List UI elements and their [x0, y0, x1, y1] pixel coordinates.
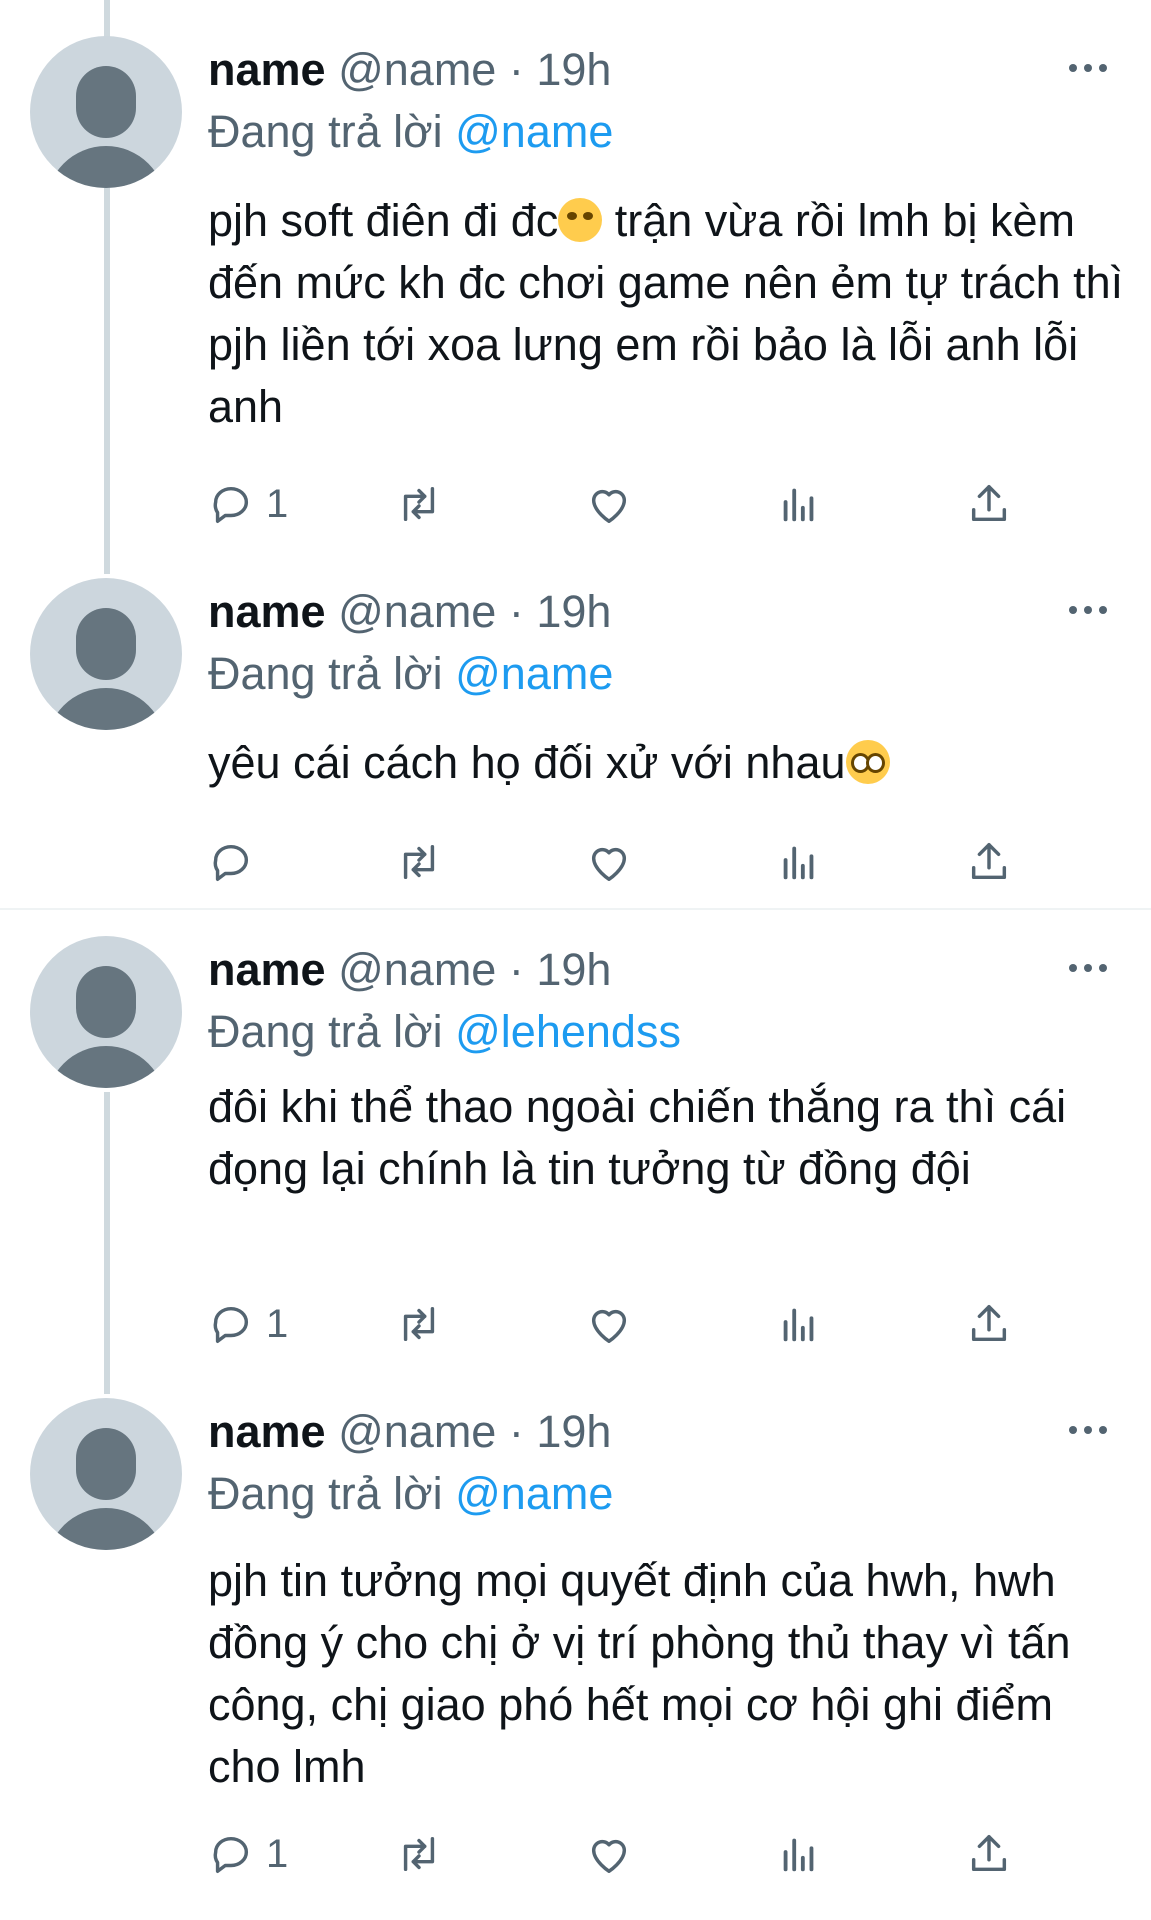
like-button[interactable]	[586, 1294, 632, 1354]
reply-count: 1	[266, 1301, 289, 1346]
thread-line	[104, 0, 110, 40]
display-name[interactable]: name	[208, 44, 326, 95]
more-icon[interactable]	[1069, 60, 1109, 76]
reply-icon	[213, 1836, 249, 1873]
handle-time: @name · 19h	[338, 1406, 612, 1457]
analytics-button[interactable]	[776, 474, 822, 534]
replying-label: Đang trả lời	[208, 1006, 443, 1057]
analytics-button[interactable]	[776, 1824, 822, 1884]
pleading-face-icon	[845, 740, 890, 784]
share-button[interactable]	[966, 832, 1012, 892]
replying-to: Đang trả lời @name	[208, 648, 613, 700]
reply-count: 1	[266, 481, 289, 526]
tweet-header: name @name · 19h	[208, 1406, 611, 1458]
like-button[interactable]	[586, 832, 632, 892]
like-icon	[591, 489, 627, 523]
tweet-header: name @name · 19h	[208, 586, 611, 638]
tweet-actions	[208, 832, 1028, 892]
retweet-button[interactable]	[396, 832, 442, 892]
replying-label: Đang trả lời	[208, 106, 443, 157]
share-icon	[971, 843, 1007, 880]
reply-icon	[213, 1306, 249, 1343]
analytics-button[interactable]	[776, 1294, 822, 1354]
retweet-button[interactable]	[396, 1824, 442, 1884]
reply-count: 1	[266, 1831, 289, 1876]
like-icon	[591, 1839, 627, 1873]
retweet-button[interactable]	[396, 1294, 442, 1354]
tweet-text: pjh soft điên đi đc trận vừa rồi lmh bị …	[208, 190, 1128, 438]
tweet-actions: 1	[208, 1824, 1028, 1884]
tweet-actions: 1	[208, 1294, 1028, 1354]
analytics-button[interactable]	[776, 832, 822, 892]
like-button[interactable]	[586, 474, 632, 534]
reply-handle-link[interactable]: @name	[455, 648, 613, 699]
display-name[interactable]: name	[208, 586, 326, 637]
analytics-icon	[783, 1308, 814, 1342]
avatar[interactable]	[30, 1398, 182, 1550]
tweet-text: yêu cái cách họ đối xử với nhau	[208, 732, 1128, 794]
handle-time: @name · 19h	[338, 944, 612, 995]
like-icon	[591, 847, 627, 881]
reply-handle-link[interactable]: @name	[455, 106, 613, 157]
replying-label: Đang trả lời	[208, 1468, 443, 1519]
retweet-button[interactable]	[396, 474, 442, 534]
thread-line	[104, 178, 110, 574]
reply-button[interactable]: 1	[208, 1294, 288, 1354]
replying-label: Đang trả lời	[208, 648, 443, 699]
share-icon	[971, 1835, 1007, 1872]
avatar[interactable]	[30, 36, 182, 188]
display-name[interactable]: name	[208, 944, 326, 995]
reply-button[interactable]: 1	[208, 474, 288, 534]
like-icon	[591, 1309, 627, 1343]
retweet-icon	[403, 1306, 435, 1342]
tweet-text-part: pjh soft điên đi đc	[208, 195, 559, 246]
replying-to: Đang trả lời @name	[208, 106, 613, 158]
reply-handle-link[interactable]: @name	[455, 1468, 613, 1519]
analytics-icon	[783, 1838, 814, 1872]
tweet-actions: 1	[208, 474, 1028, 534]
tweet-text: pjh tin tưởng mọi quyết định của hwh, hw…	[208, 1550, 1128, 1798]
share-button[interactable]	[966, 1824, 1012, 1884]
like-button[interactable]	[586, 1824, 632, 1884]
reply-icon	[213, 486, 249, 523]
retweet-icon	[403, 486, 435, 522]
share-icon	[971, 485, 1007, 522]
retweet-icon	[403, 844, 435, 880]
analytics-icon	[783, 846, 814, 880]
more-icon[interactable]	[1069, 1422, 1109, 1438]
reply-handle-link[interactable]: @lehendss	[455, 1006, 681, 1057]
analytics-icon	[783, 488, 814, 522]
reply-icon	[213, 844, 249, 881]
tweet-text-part: đôi khi thể thao ngoài chiến thắng ra th…	[208, 1081, 1067, 1194]
avatar[interactable]	[30, 936, 182, 1088]
reply-button[interactable]	[208, 832, 266, 892]
display-name[interactable]: name	[208, 1406, 326, 1457]
handle-time: @name · 19h	[338, 44, 612, 95]
tweet-header: name @name · 19h	[208, 44, 611, 96]
avatar[interactable]	[30, 578, 182, 730]
more-icon[interactable]	[1069, 602, 1109, 618]
divider	[0, 908, 1151, 910]
replying-to: Đang trả lời @lehendss	[208, 1006, 681, 1058]
tweet-text-part: yêu cái cách họ đối xử với nhau	[208, 737, 846, 788]
share-icon	[971, 1305, 1007, 1342]
replying-to: Đang trả lời @name	[208, 1468, 613, 1520]
loudly-crying-face-icon	[558, 198, 603, 242]
tweet-text: đôi khi thể thao ngoài chiến thắng ra th…	[208, 1076, 1128, 1200]
retweet-icon	[403, 1836, 435, 1872]
tweet-text-part: pjh tin tưởng mọi quyết định của hwh, hw…	[208, 1555, 1071, 1792]
handle-time: @name · 19h	[338, 586, 612, 637]
tweet-header: name @name · 19h	[208, 944, 611, 996]
reply-button[interactable]: 1	[208, 1824, 288, 1884]
share-button[interactable]	[966, 1294, 1012, 1354]
share-button[interactable]	[966, 474, 1012, 534]
more-icon[interactable]	[1069, 960, 1109, 976]
thread-line	[104, 1092, 110, 1394]
